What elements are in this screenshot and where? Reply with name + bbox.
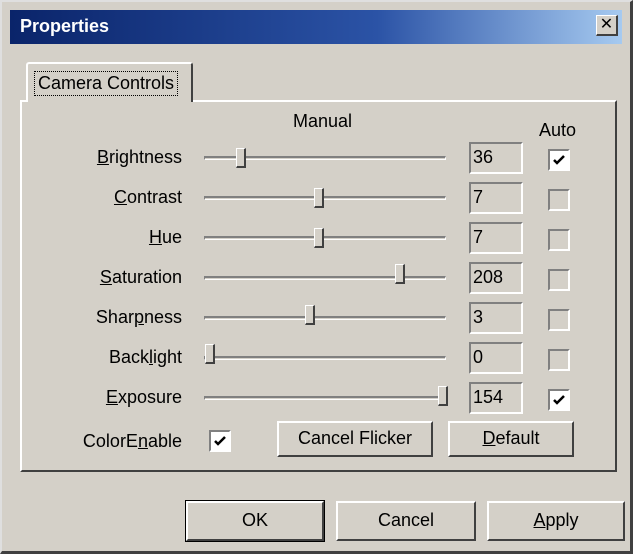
ok-button[interactable]: OK	[185, 500, 325, 542]
checkmark-icon	[214, 436, 226, 446]
sharpness-slider-thumb[interactable]	[305, 305, 315, 325]
cancel-flicker-button[interactable]: Cancel Flicker	[277, 421, 433, 457]
contrast-auto-checkbox[interactable]	[548, 189, 570, 211]
hue-value[interactable]: 7	[469, 222, 523, 254]
close-icon: ✕	[599, 16, 614, 33]
backlight-slider-track[interactable]	[204, 356, 446, 360]
contrast-label: Contrast	[113, 187, 182, 207]
brightness-auto-checkbox[interactable]	[548, 149, 570, 171]
backlight-auto-checkbox[interactable]	[548, 349, 570, 371]
tab-camera-controls-label: Camera Controls	[34, 71, 179, 96]
brightness-label: Brightness	[96, 147, 182, 167]
brightness-slider-thumb[interactable]	[236, 148, 246, 168]
window-title: Properties	[20, 16, 110, 36]
checkmark-icon	[553, 395, 565, 405]
hue-auto-checkbox[interactable]	[548, 229, 570, 251]
cancel-button[interactable]: Cancel	[336, 501, 476, 541]
saturation-auto-checkbox[interactable]	[548, 269, 570, 291]
contrast-slider-thumb[interactable]	[314, 188, 324, 208]
contrast-value[interactable]: 7	[469, 182, 523, 214]
tab-camera-controls[interactable]: Camera Controls	[26, 62, 193, 102]
sharpness-label: Sharpness	[95, 307, 182, 327]
apply-button[interactable]: Apply	[487, 501, 625, 541]
color-enable-label: ColorEnable	[82, 431, 182, 451]
hue-label: Hue	[148, 227, 182, 247]
sharpness-slider-track[interactable]	[204, 316, 446, 320]
exposure-label: Exposure	[105, 387, 182, 407]
backlight-value[interactable]: 0	[469, 342, 523, 374]
default-button[interactable]: Default	[448, 421, 574, 457]
exposure-slider-thumb[interactable]	[438, 386, 448, 406]
close-button[interactable]: ✕	[596, 15, 618, 36]
exposure-slider-track[interactable]	[204, 396, 446, 400]
checkmark-icon	[553, 155, 565, 165]
color-enable-checkbox[interactable]	[209, 430, 231, 452]
exposure-value[interactable]: 154	[469, 382, 523, 414]
saturation-slider-track[interactable]	[204, 276, 446, 280]
saturation-value[interactable]: 208	[469, 262, 523, 294]
backlight-slider-thumb[interactable]	[205, 344, 215, 364]
hue-slider-track[interactable]	[204, 236, 446, 240]
backlight-label: Backlight	[108, 347, 182, 367]
auto-header: Auto	[539, 120, 577, 140]
exposure-auto-checkbox[interactable]	[548, 389, 570, 411]
manual-header: Manual	[293, 111, 353, 131]
hue-slider-thumb[interactable]	[314, 228, 324, 248]
sharpness-value[interactable]: 3	[469, 302, 523, 334]
saturation-label: Saturation	[99, 267, 182, 287]
title-bar[interactable]: Properties ✕	[10, 10, 622, 44]
brightness-value[interactable]: 36	[469, 142, 523, 174]
contrast-slider-track[interactable]	[204, 196, 446, 200]
sharpness-auto-checkbox[interactable]	[548, 309, 570, 331]
properties-dialog: Properties ✕ Camera Controls Manual Auto…	[0, 0, 633, 554]
saturation-slider-thumb[interactable]	[395, 264, 405, 284]
